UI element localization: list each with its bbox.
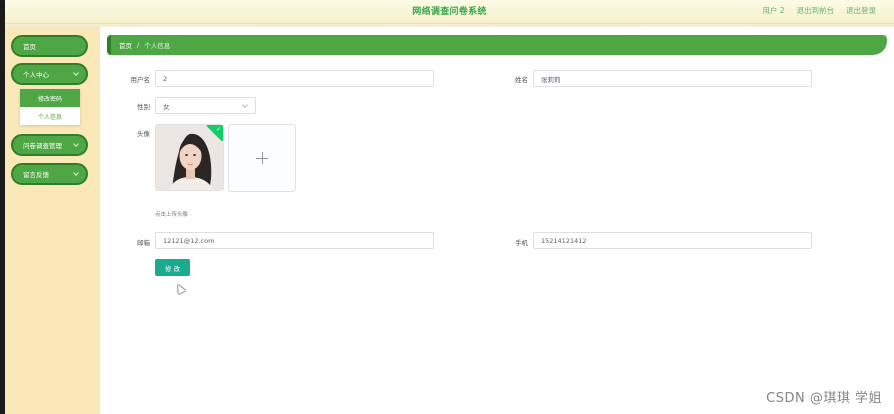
watermark: CSDN @琪琪 学姐 [766, 391, 882, 406]
chevron-down-icon [73, 141, 79, 147]
breadcrumb: 首页 / 个人信息 [107, 35, 887, 55]
sidebar-item-questionnaire-management[interactable]: 问卷调查管理 [11, 134, 88, 156]
header-divider [5, 24, 894, 27]
email-field[interactable]: 12121@12.com [155, 232, 434, 249]
current-user-link[interactable]: 用户 2 [762, 5, 784, 16]
breadcrumb-current: 个人信息 [144, 42, 171, 50]
top-header: 网络调查问卷系统 用户 2 退出到前台 退出登录 [5, 0, 894, 24]
gender-label: 性别 [137, 103, 150, 111]
gender-value: 女 [163, 102, 170, 111]
submit-button[interactable]: 修 改 [155, 259, 190, 276]
email-value: 12121@12.com [163, 236, 215, 245]
phone-field[interactable]: 15214121412 [533, 232, 812, 249]
chevron-down-icon [242, 102, 248, 108]
avatar-label: 头像 [137, 130, 150, 138]
avatar-upload-hint: 点击上传头像 [155, 212, 189, 218]
avatar-preview[interactable]: ✓ [155, 124, 224, 191]
mouse-cursor-icon [174, 282, 186, 295]
avatar-portrait [156, 125, 223, 190]
username-field[interactable]: 2 [155, 70, 434, 87]
exit-to-frontend-link[interactable]: 退出到前台 [797, 5, 835, 16]
phone-value: 15214121412 [541, 236, 587, 245]
name-label: 姓名 [515, 76, 528, 84]
check-icon: ✓ [215, 126, 221, 133]
app-title: 网络调查问卷系统 [412, 7, 487, 17]
sidebar-item-label: 问卷调查管理 [23, 142, 62, 150]
sidebar-item-personal-info[interactable]: 个人信息 [20, 107, 80, 125]
plus-icon-vertical [261, 152, 263, 164]
gender-select[interactable]: 女 [155, 97, 256, 114]
chevron-down-icon [73, 170, 79, 176]
sidebar-item-change-password[interactable]: 修改密码 [20, 89, 80, 107]
phone-label: 手机 [515, 239, 528, 247]
username-label: 用户名 [130, 76, 151, 84]
sidebar-item-label: 个人中心 [23, 71, 49, 79]
name-value: 张莉莉 [541, 75, 561, 84]
email-label: 邮箱 [137, 239, 150, 247]
sidebar-item-label: 留言反馈 [23, 171, 49, 179]
name-field[interactable]: 张莉莉 [533, 70, 812, 87]
sidebar [5, 27, 100, 414]
breadcrumb-home[interactable]: 首页 [119, 40, 132, 50]
logout-link[interactable]: 退出登录 [846, 5, 876, 16]
sidebar-item-feedback[interactable]: 留言反馈 [11, 163, 88, 185]
personal-center-submenu: 修改密码 个人信息 [20, 89, 80, 125]
avatar-upload-button[interactable] [228, 124, 296, 192]
header-links: 用户 2 退出到前台 退出登录 [762, 5, 876, 16]
breadcrumb-separator: / [137, 41, 140, 49]
sidebar-item-label: 首页 [23, 43, 36, 51]
username-value: 2 [163, 74, 168, 83]
sidebar-item-home[interactable]: 首页 [11, 35, 88, 57]
chevron-down-icon [73, 70, 79, 76]
sidebar-item-personal-center[interactable]: 个人中心 [11, 63, 88, 85]
